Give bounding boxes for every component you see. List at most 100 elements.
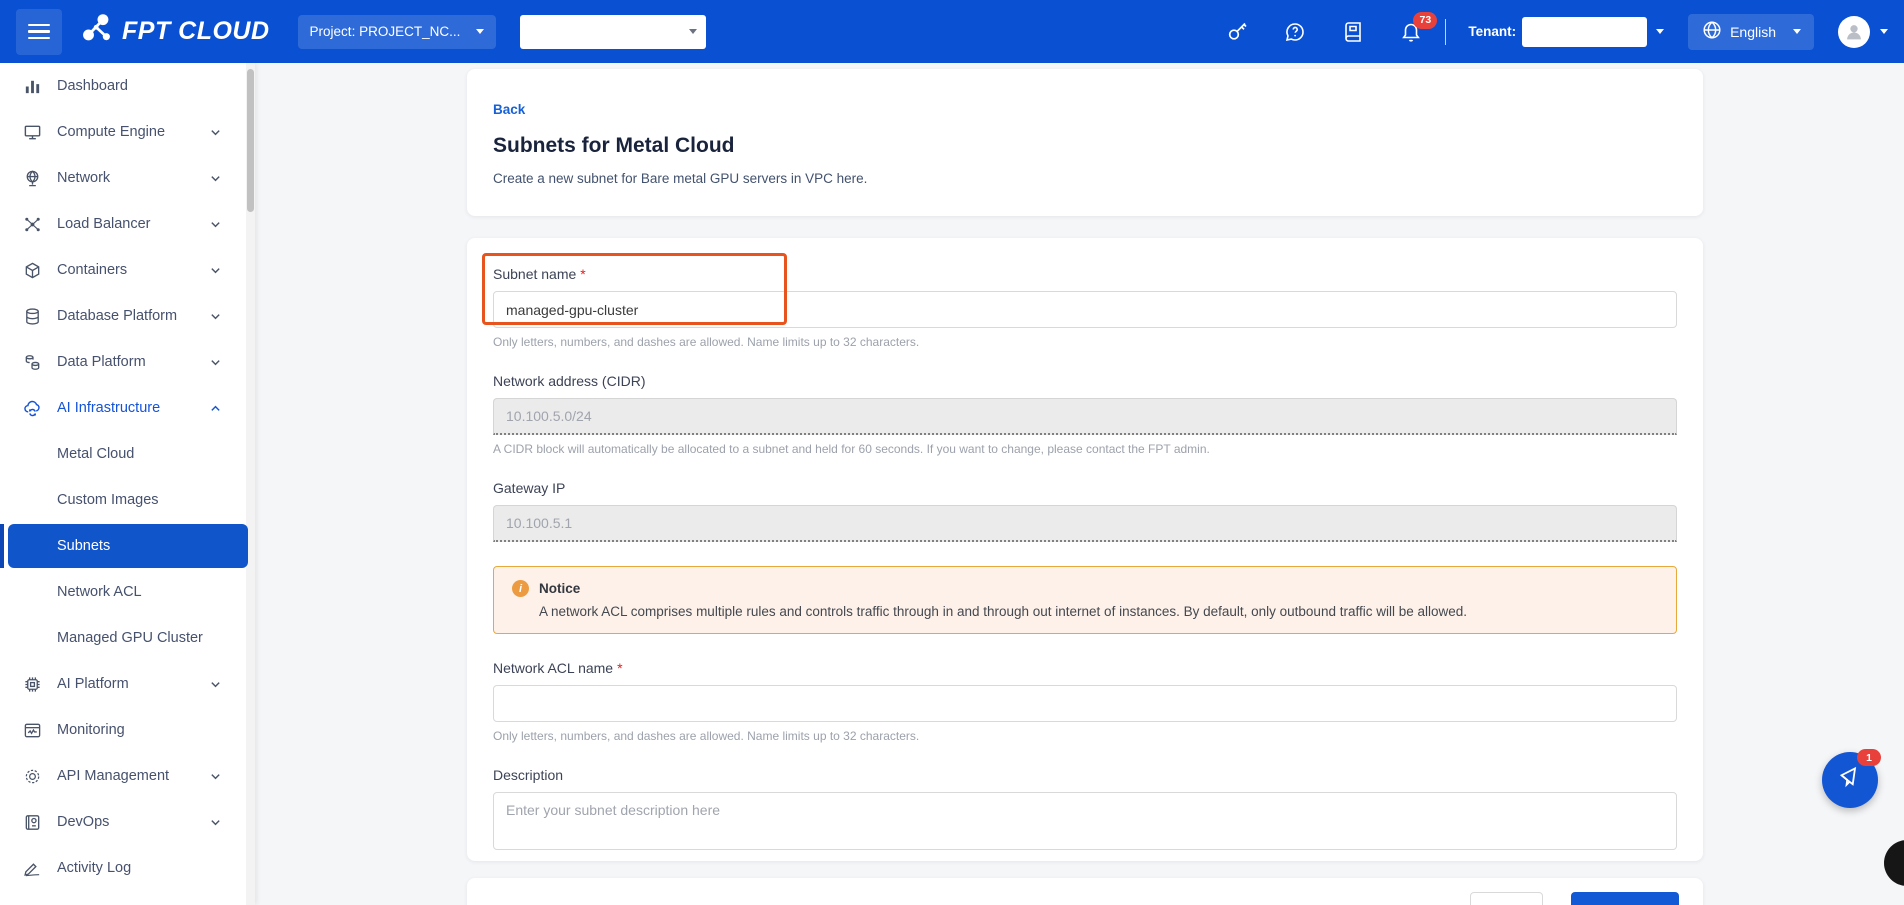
info-icon: i bbox=[512, 580, 529, 597]
subnet-name-input[interactable] bbox=[493, 291, 1677, 328]
language-selector[interactable]: English bbox=[1688, 14, 1814, 50]
notice-title: Notice bbox=[539, 581, 580, 596]
sidebar-item-network-acl[interactable]: Network ACL bbox=[0, 569, 255, 615]
acl-name-group: Network ACL name* Only letters, numbers,… bbox=[493, 660, 1677, 743]
chevron-down-icon bbox=[1793, 29, 1801, 34]
sidebar-scrollbar[interactable] bbox=[246, 63, 255, 905]
footer-primary-button[interactable] bbox=[1571, 892, 1679, 905]
gear-icon bbox=[22, 766, 42, 786]
subnet-form-card: Subnet name* Only letters, numbers, and … bbox=[467, 238, 1703, 861]
description-group: Description bbox=[493, 767, 1677, 855]
sidebar-item-ai-infrastructure[interactable]: AI Infrastructure bbox=[0, 385, 255, 431]
scrollbar-thumb[interactable] bbox=[247, 69, 254, 212]
data-stack-icon bbox=[22, 352, 42, 372]
required-asterisk: * bbox=[580, 266, 585, 282]
chevron-down-icon bbox=[689, 29, 697, 34]
cube-icon bbox=[22, 260, 42, 280]
top-header: FPT CLOUD Project: PROJECT_NC... bbox=[0, 0, 1904, 63]
acl-name-helper: Only letters, numbers, and dashes are al… bbox=[493, 729, 1677, 743]
sidebar-item-devops[interactable]: DevOps bbox=[0, 799, 255, 845]
database-icon bbox=[22, 306, 42, 326]
sidebar-item-managed-gpu-cluster[interactable]: Managed GPU Cluster bbox=[0, 615, 255, 661]
sidebar-item-containers[interactable]: Containers bbox=[0, 247, 255, 293]
chevron-down-icon[interactable] bbox=[1880, 29, 1888, 34]
sidebar-item-dashboard[interactable]: Dashboard bbox=[0, 63, 255, 109]
sidebar-item-metal-cloud[interactable]: Metal Cloud bbox=[0, 431, 255, 477]
notice-banner: i Notice A network ACL comprises multipl… bbox=[493, 566, 1677, 634]
sidebar-item-api-management[interactable]: API Management bbox=[0, 753, 255, 799]
sidebar-item-database-platform[interactable]: Database Platform bbox=[0, 293, 255, 339]
page-subtitle: Create a new subnet for Bare metal GPU s… bbox=[493, 171, 1677, 186]
description-label: Description bbox=[493, 767, 1677, 783]
chevron-up-icon bbox=[210, 403, 221, 414]
cidr-label: Network address (CIDR) bbox=[493, 373, 1677, 389]
gateway-group: Gateway IP bbox=[493, 480, 1677, 542]
sidebar-item-monitoring[interactable]: Monitoring bbox=[0, 707, 255, 753]
dashboard-icon bbox=[22, 76, 42, 96]
workspace-select[interactable] bbox=[520, 15, 706, 49]
avatar[interactable] bbox=[1838, 16, 1870, 48]
globe-stand-icon bbox=[22, 168, 42, 188]
sidebar-item-load-balancer[interactable]: Load Balancer bbox=[0, 201, 255, 247]
acl-name-input[interactable] bbox=[493, 685, 1677, 722]
globe-icon bbox=[1701, 19, 1723, 44]
cidr-input bbox=[493, 398, 1677, 435]
chevron-down-icon bbox=[210, 311, 221, 322]
description-textarea[interactable] bbox=[493, 792, 1677, 850]
monitoring-icon bbox=[22, 720, 42, 740]
key-icon[interactable] bbox=[1225, 20, 1249, 44]
docs-book-icon[interactable] bbox=[1341, 20, 1365, 44]
monitor-icon bbox=[22, 122, 42, 142]
chevron-down-icon bbox=[210, 173, 221, 184]
selected-background bbox=[8, 524, 248, 568]
notice-text: A network ACL comprises multiple rules a… bbox=[539, 604, 1658, 619]
sidebar: Dashboard Compute Engine Network Load Ba… bbox=[0, 63, 255, 905]
footer-secondary-button[interactable] bbox=[1470, 892, 1543, 905]
form-footer-card bbox=[467, 878, 1703, 905]
chip-icon bbox=[22, 674, 42, 694]
sidebar-item-activity-log[interactable]: Activity Log bbox=[0, 845, 255, 891]
cidr-group: Network address (CIDR) A CIDR block will… bbox=[493, 373, 1677, 456]
chevron-down-icon bbox=[210, 771, 221, 782]
selected-indicator bbox=[0, 524, 4, 568]
brand-text: FPT CLOUD bbox=[122, 17, 270, 46]
sidebar-item-ai-platform[interactable]: AI Platform bbox=[0, 661, 255, 707]
subnet-name-group: Subnet name* Only letters, numbers, and … bbox=[493, 266, 1677, 349]
sidebar-item-network[interactable]: Network bbox=[0, 155, 255, 201]
notifications-bell-icon[interactable]: 73 bbox=[1399, 20, 1423, 44]
chevron-down-icon bbox=[210, 357, 221, 368]
back-link[interactable]: Back bbox=[493, 102, 525, 117]
tenant-select[interactable] bbox=[1522, 17, 1647, 47]
tenant-label: Tenant: bbox=[1468, 24, 1516, 39]
chevron-down-icon bbox=[210, 219, 221, 230]
subnet-name-helper: Only letters, numbers, and dashes are al… bbox=[493, 335, 1677, 349]
acl-name-label: Network ACL name* bbox=[493, 660, 1677, 676]
chevron-down-icon bbox=[210, 265, 221, 276]
page-header-card: Back Subnets for Metal Cloud Create a ne… bbox=[467, 69, 1703, 216]
announcements-fab[interactable]: 1 bbox=[1822, 752, 1878, 808]
menu-icon[interactable] bbox=[16, 9, 62, 55]
page-title: Subnets for Metal Cloud bbox=[493, 134, 1677, 158]
sidebar-item-data-platform[interactable]: Data Platform bbox=[0, 339, 255, 385]
chevron-down-icon[interactable] bbox=[1656, 29, 1664, 34]
chevron-down-icon bbox=[210, 817, 221, 828]
notification-count-badge: 73 bbox=[1413, 12, 1437, 29]
nodes-icon bbox=[22, 214, 42, 234]
sidebar-item-compute-engine[interactable]: Compute Engine bbox=[0, 109, 255, 155]
gateway-label: Gateway IP bbox=[493, 480, 1677, 496]
sidebar-item-subnets[interactable]: Subnets bbox=[0, 523, 255, 569]
chevron-down-icon bbox=[210, 127, 221, 138]
sidebar-item-custom-images[interactable]: Custom Images bbox=[0, 477, 255, 523]
fpt-logo-mark-icon bbox=[80, 12, 114, 51]
chevron-down-icon bbox=[476, 29, 484, 34]
megaphone-icon bbox=[1837, 764, 1864, 796]
subnet-name-label: Subnet name* bbox=[493, 266, 1677, 282]
support-chat-icon[interactable] bbox=[1283, 20, 1307, 44]
project-selector[interactable]: Project: PROJECT_NC... bbox=[298, 15, 496, 49]
devops-icon bbox=[22, 812, 42, 832]
cidr-helper: A CIDR block will automatically be alloc… bbox=[493, 442, 1677, 456]
cloud-sync-icon bbox=[22, 398, 42, 418]
header-divider bbox=[1445, 19, 1446, 45]
announcement-count-badge: 1 bbox=[1857, 749, 1881, 766]
fpt-cloud-logo: FPT CLOUD bbox=[80, 12, 270, 51]
